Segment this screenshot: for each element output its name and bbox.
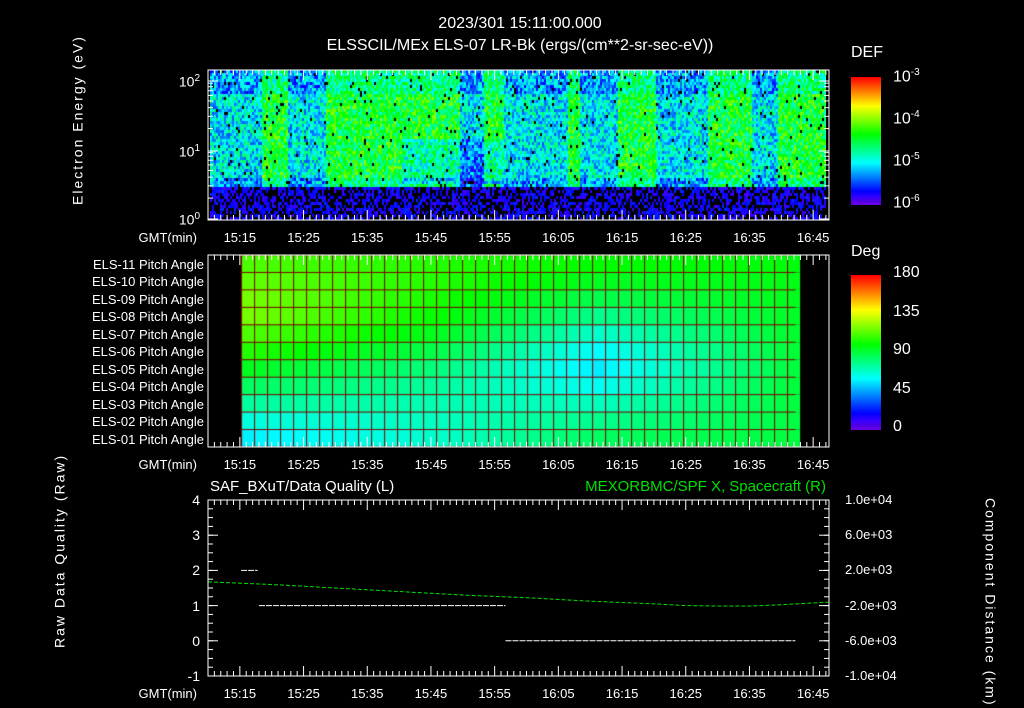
spf-x-line — [207, 581, 830, 607]
panel-frame — [207, 69, 830, 221]
plot-page: 2023/301 15:11:00.000 ELSSCIL/MEx ELS-07… — [0, 0, 1024, 708]
panel-frame — [207, 254, 830, 448]
axes-layer — [207, 69, 830, 677]
panel-frame — [207, 499, 830, 677]
